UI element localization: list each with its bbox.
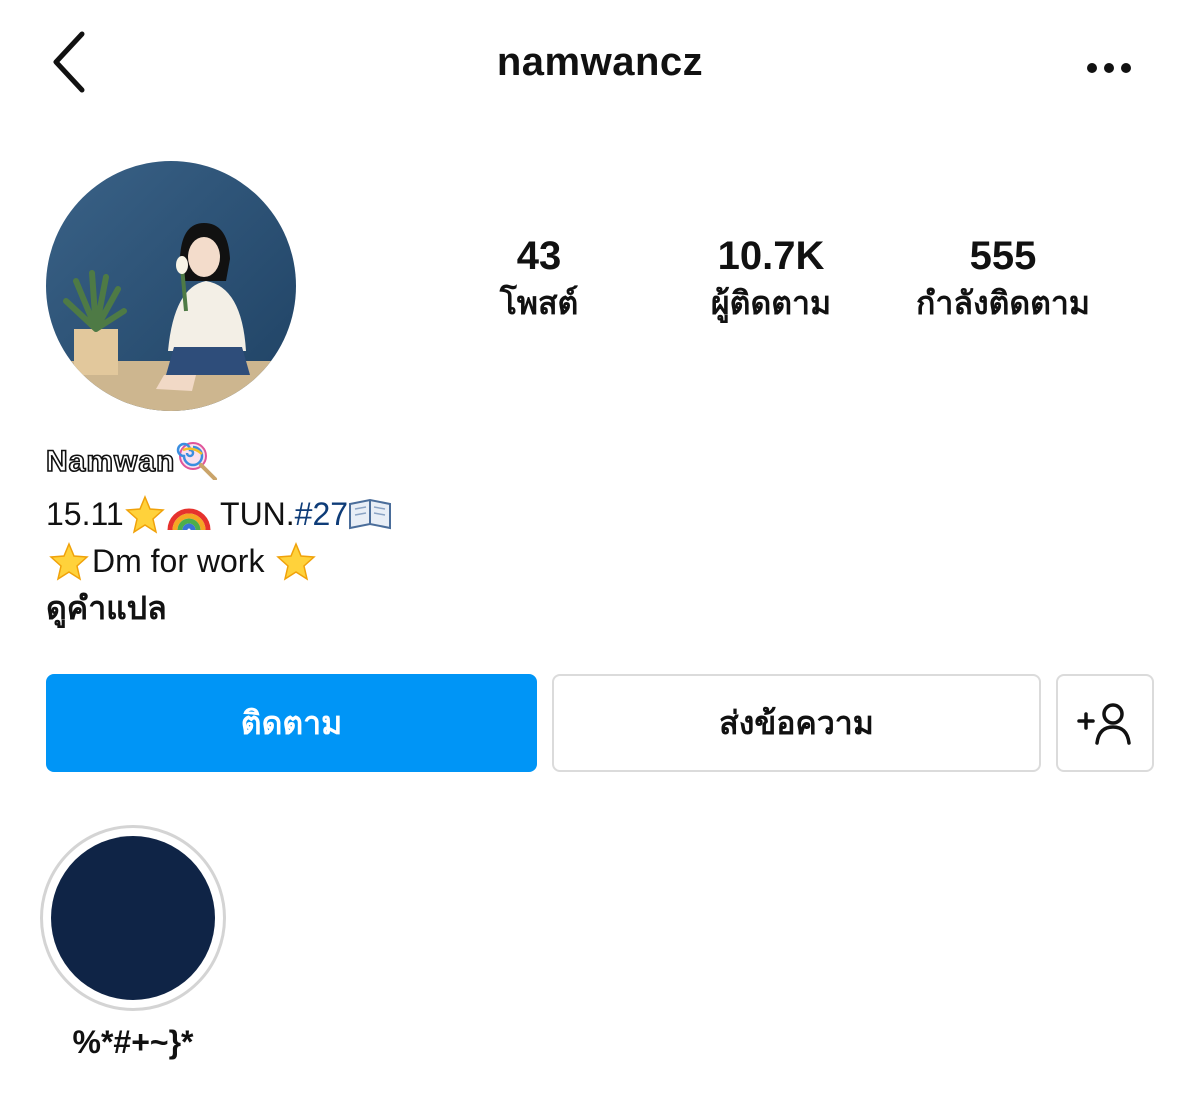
lollipop-icon xyxy=(177,442,218,481)
following-count: 555 xyxy=(969,234,1037,278)
follow-button-label: ติดตาม xyxy=(240,704,343,741)
posts-label: โพสต์ xyxy=(499,285,579,321)
rainbow-icon xyxy=(167,508,211,531)
open-book-icon xyxy=(349,498,392,529)
message-button[interactable]: ส่งข้อความ xyxy=(552,674,1041,772)
bio-text: TUN. xyxy=(220,496,295,532)
more-options-button[interactable] xyxy=(1078,48,1140,88)
following-label: กำลังติดตาม xyxy=(916,285,1090,321)
follow-button[interactable]: ติดตาม xyxy=(46,674,537,772)
posts-stat[interactable]: 43 โพสต์ xyxy=(419,233,659,323)
top-nav-bar: namwancz xyxy=(0,0,1200,130)
following-stat[interactable]: 555 กำลังติดตาม xyxy=(883,233,1123,323)
highlight-cover xyxy=(51,836,215,1000)
followers-stat[interactable]: 10.7K ผู้ติดตาม xyxy=(651,233,891,323)
avatar-photo xyxy=(46,161,296,411)
bio-date: 15.11 xyxy=(46,496,124,532)
highlight-title: %*#+~}* xyxy=(72,1024,194,1060)
bio-line-1: 15.11 TUN.#27 xyxy=(46,492,392,536)
more-horizontal-icon xyxy=(1087,63,1131,73)
add-person-icon xyxy=(1077,703,1131,745)
story-highlight[interactable] xyxy=(40,825,226,1011)
bio-work-text: Dm for work xyxy=(92,543,265,579)
display-name: Namwan xyxy=(45,444,176,479)
bio-line-2: Dm for work xyxy=(46,539,319,583)
message-button-label: ส่งข้อความ xyxy=(719,704,874,741)
profile-username: namwancz xyxy=(496,40,704,84)
suggested-accounts-button[interactable] xyxy=(1056,674,1154,772)
bio-hashtag-link[interactable]: #27 xyxy=(295,496,348,532)
profile-avatar[interactable] xyxy=(46,161,296,411)
see-translation-link[interactable]: ดูคำแปล xyxy=(46,586,167,630)
glowing-star-icon xyxy=(124,494,165,534)
display-name-row: Namwan xyxy=(45,440,221,484)
followers-label: ผู้ติดตาม xyxy=(710,285,832,321)
followers-count: 10.7K xyxy=(717,234,825,278)
posts-count: 43 xyxy=(516,234,562,278)
glowing-star-icon xyxy=(276,541,317,581)
glowing-star-icon xyxy=(49,541,89,581)
